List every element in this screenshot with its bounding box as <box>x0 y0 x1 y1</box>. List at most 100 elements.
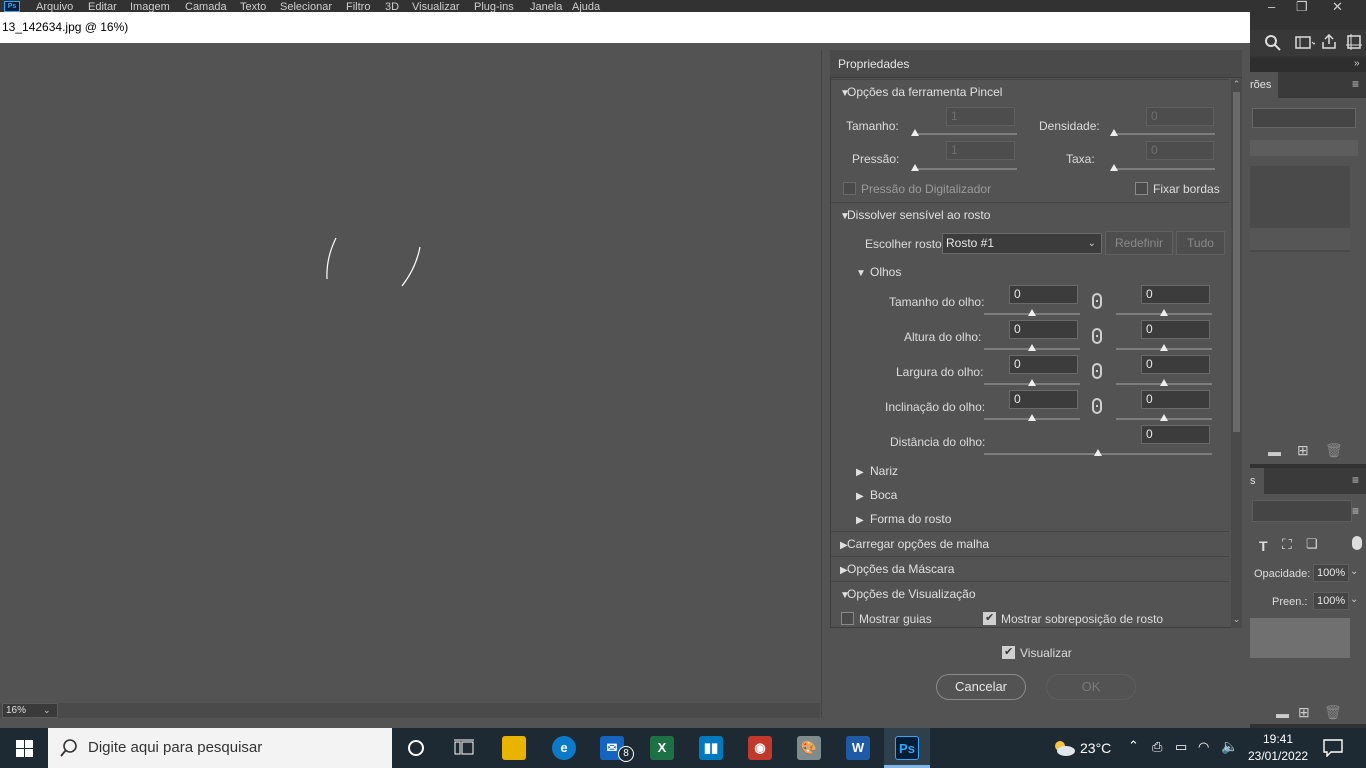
fill-field[interactable]: 100% <box>1313 592 1349 610</box>
slider-thumb[interactable] <box>1160 344 1168 351</box>
weather-temperature[interactable]: 23°C <box>1080 740 1111 756</box>
new-item-icon[interactable]: ⊞ <box>1297 442 1309 459</box>
cortana-icon[interactable] <box>406 738 426 758</box>
slider-thumb[interactable] <box>1028 309 1036 316</box>
battery-icon[interactable]: ▭ <box>1175 739 1187 755</box>
clock-time[interactable]: 19:41 <box>1250 732 1306 746</box>
reset-button[interactable]: Redefinir <box>1105 231 1173 255</box>
layer-row-selected[interactable] <box>1250 618 1350 658</box>
brush-size-slider[interactable] <box>913 133 1017 135</box>
slider-thumb[interactable] <box>1028 414 1036 421</box>
slider-thumb[interactable] <box>1094 449 1102 456</box>
zoom-select[interactable]: 16% ⌄ <box>2 703 58 718</box>
brush-density-field[interactable]: 0 <box>1146 107 1214 126</box>
frame-icon[interactable] <box>1346 34 1362 51</box>
preview-checkbox[interactable] <box>1002 645 1015 659</box>
edge-icon[interactable]: e <box>552 736 576 760</box>
show-face-overlay-checkbox[interactable] <box>983 611 996 625</box>
paint-icon[interactable]: 🎨 <box>797 736 821 760</box>
section-mask-options[interactable]: ▶Opções da Máscara <box>831 556 1229 580</box>
start-button[interactable] <box>0 728 48 768</box>
ok-button[interactable]: OK <box>1046 674 1136 700</box>
link-icon[interactable] <box>1092 293 1102 309</box>
chevron-up-icon[interactable]: ⌃ <box>1128 738 1139 754</box>
scrollbar-thumb[interactable] <box>1233 92 1240 432</box>
taskbar-search[interactable]: Digite aqui para pesquisar <box>48 728 392 768</box>
select-face-dropdown[interactable]: Rosto #1 ⌄ <box>942 233 1102 254</box>
wifi-icon[interactable]: ◠ <box>1198 739 1209 755</box>
link-icon[interactable] <box>1092 398 1102 414</box>
workspace-icon[interactable] <box>1295 35 1315 51</box>
link-icon[interactable] <box>1092 328 1102 344</box>
all-button[interactable]: Tudo <box>1176 231 1225 255</box>
subsection-eyes[interactable]: ▼ Olhos <box>856 263 901 283</box>
slider-thumb[interactable] <box>1028 344 1036 351</box>
eye-tilt-right-field[interactable]: 0 <box>1141 390 1210 409</box>
excel-icon[interactable]: X <box>650 736 674 760</box>
slider-thumb[interactable] <box>911 129 919 136</box>
layer-filter-field[interactable] <box>1252 500 1352 522</box>
file-explorer-icon[interactable] <box>502 736 526 760</box>
trello-icon[interactable]: ▮▮ <box>699 736 723 760</box>
panel-menu-icon[interactable]: ≡ <box>1352 473 1359 487</box>
chevron-down-icon[interactable]: ⌄ <box>1350 566 1358 577</box>
weather-cloud-icon[interactable] <box>1052 739 1076 757</box>
panel-menu-icon[interactable]: ≡ <box>1352 77 1359 91</box>
brush-pressure-slider[interactable] <box>913 168 1017 170</box>
section-face-aware[interactable]: ▼Dissolver sensível ao rosto <box>831 202 1229 226</box>
eye-width-left-field[interactable]: 0 <box>1009 355 1078 374</box>
panel-search-field[interactable] <box>1252 108 1356 128</box>
slider-thumb[interactable] <box>1110 164 1118 171</box>
panel-row-selected[interactable] <box>1250 228 1350 250</box>
eye-size-left-field[interactable]: 0 <box>1009 285 1078 304</box>
subsection-nose[interactable]: ▶ Nariz <box>856 462 898 482</box>
show-guides-checkbox[interactable] <box>841 612 854 625</box>
type-filter-icon[interactable]: T <box>1259 538 1268 554</box>
panel-row[interactable] <box>1250 140 1358 156</box>
eye-height-left-field[interactable]: 0 <box>1009 320 1078 339</box>
new-layer-icon[interactable]: ⊞ <box>1298 704 1310 721</box>
photoshop-icon[interactable]: Ps <box>895 736 919 760</box>
collapse-icon[interactable]: » <box>1354 58 1360 69</box>
brush-density-slider[interactable] <box>1112 133 1215 135</box>
section-view-options[interactable]: ▼Opções de Visualização <box>831 581 1229 605</box>
chevron-down-icon[interactable]: ⌄ <box>1350 594 1358 605</box>
shape-filter-icon[interactable]: ⛶ <box>1282 536 1292 553</box>
link-icon[interactable] <box>1092 363 1102 379</box>
task-view-icon[interactable] <box>454 738 474 758</box>
volume-icon[interactable]: 🔈 <box>1221 738 1238 755</box>
clock-date[interactable]: 23/01/2022 <box>1248 749 1308 763</box>
slider-thumb[interactable] <box>1160 309 1168 316</box>
slider-thumb[interactable] <box>1160 379 1168 386</box>
folder-icon[interactable]: ▬ <box>1276 706 1289 721</box>
meet-now-icon[interactable]: ⎙ <box>1152 739 1162 755</box>
share-icon[interactable] <box>1322 34 1336 50</box>
subsection-mouth[interactable]: ▶ Boca <box>856 486 897 506</box>
notifications-icon[interactable] <box>1323 739 1343 757</box>
slider-thumb[interactable] <box>1160 414 1168 421</box>
brush-rate-slider[interactable] <box>1112 168 1215 170</box>
brush-pressure-field[interactable]: 1 <box>946 141 1015 160</box>
eye-distance-field[interactable]: 0 <box>1141 425 1210 444</box>
eye-tilt-left-field[interactable]: 0 <box>1009 390 1078 409</box>
panel-menu-icon[interactable]: ≡ <box>1352 504 1359 518</box>
slider-thumb[interactable] <box>911 164 919 171</box>
subsection-face-shape[interactable]: ▶ Forma do rosto <box>856 510 951 530</box>
slider-thumb[interactable] <box>1028 379 1036 386</box>
folder-icon[interactable]: ▬ <box>1268 444 1281 459</box>
trash-icon[interactable]: 🗑 <box>1325 442 1343 459</box>
presentation-app-icon[interactable]: ◉ <box>748 736 772 760</box>
pin-edges-checkbox[interactable] <box>1135 182 1148 195</box>
eye-height-right-field[interactable]: 0 <box>1141 320 1210 339</box>
word-icon[interactable]: W <box>846 736 870 760</box>
smart-object-filter-icon[interactable]: ❏ <box>1306 536 1318 552</box>
scroll-down-icon[interactable]: ⌄ <box>1231 614 1242 625</box>
search-icon[interactable] <box>1265 35 1281 51</box>
eye-size-right-field[interactable]: 0 <box>1141 285 1210 304</box>
stylus-pressure-checkbox[interactable] <box>843 182 856 195</box>
trash-icon[interactable]: 🗑 <box>1324 704 1342 721</box>
image-canvas[interactable] <box>0 50 822 718</box>
brush-rate-field[interactable]: 0 <box>1146 141 1214 160</box>
section-brush-options[interactable]: ▼Opções da ferramenta Pincel <box>831 79 1229 103</box>
slider-thumb[interactable] <box>1110 129 1118 136</box>
